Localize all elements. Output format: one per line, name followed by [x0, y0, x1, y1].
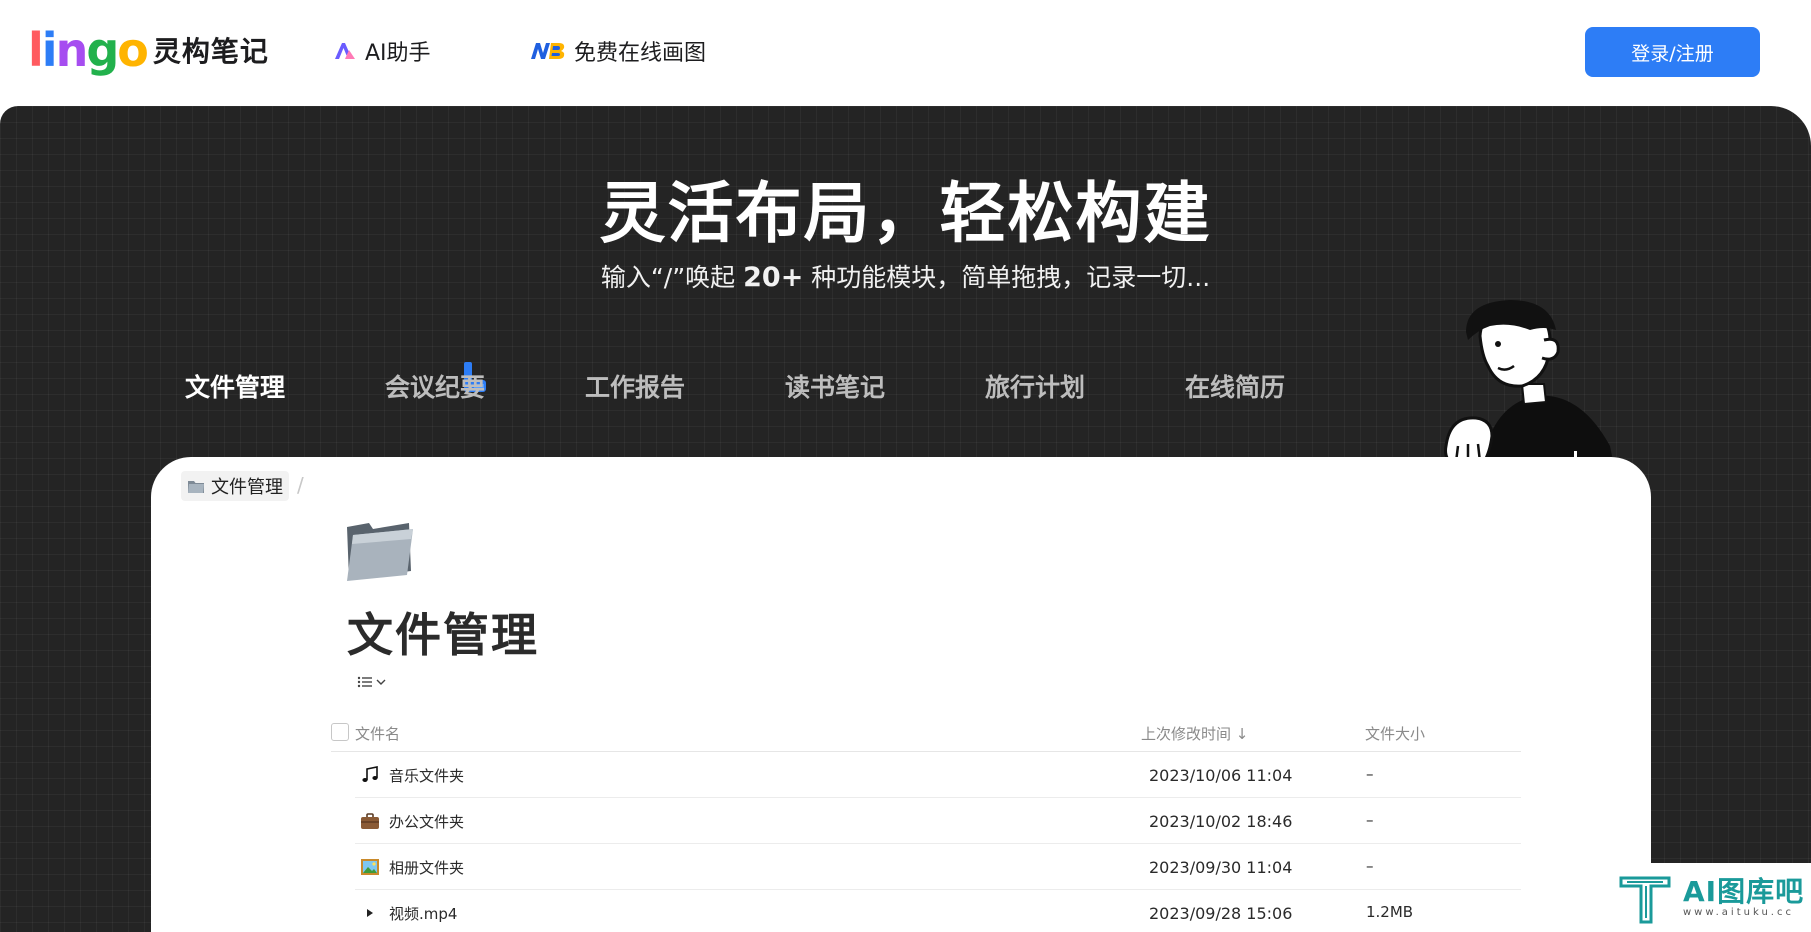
picture-icon [359, 856, 381, 878]
login-register-button[interactable]: 登录/注册 [1585, 27, 1760, 77]
play-icon [359, 902, 381, 924]
file-modified-time: 2023/10/06 11:04 [1149, 766, 1293, 785]
logo-letter: o [117, 23, 149, 77]
watermark-main: AI图库吧 [1683, 875, 1805, 908]
hero-subtitle-pre: 输入“/”唤起 [600, 263, 736, 292]
logo-wordmark: l i n g o [28, 23, 149, 77]
page-folder-icon [347, 523, 413, 581]
tab-file-management[interactable]: 文件管理 [185, 368, 285, 404]
breadcrumb-separator: / [297, 473, 304, 497]
app-name: 灵构笔记 [152, 35, 269, 68]
file-name: 音乐文件夹 [389, 767, 465, 785]
logo-letter: g [86, 23, 119, 77]
hero-title: 灵活布局，轻松构建 [599, 175, 1212, 252]
file-modified-time: 2023/09/28 15:06 [1149, 904, 1293, 923]
folder-icon [187, 478, 205, 494]
tab-meeting-notes[interactable]: 会议纪要 [385, 368, 485, 404]
hero-subtitle: 输入“/”唤起 20+ 种功能模块，简单拖拽，记录一切... [0, 258, 1811, 294]
file-name: 视频.mp4 [389, 905, 458, 923]
file-size: – [1366, 765, 1374, 783]
file-size: 1.2MB [1366, 903, 1414, 921]
file-modified-time: 2023/09/30 11:04 [1149, 858, 1293, 877]
document-title: 文件管理 [347, 608, 539, 662]
list-view-icon [357, 676, 372, 688]
table-header: 文件名 上次修改时间 ↓ 文件大小 [331, 712, 1521, 752]
column-file-size[interactable]: 文件大小 [1365, 723, 1425, 744]
file-size: – [1366, 857, 1374, 875]
nav-free-drawing[interactable]: 免费在线画图 [530, 36, 706, 66]
file-modified-time: 2023/10/02 18:46 [1149, 812, 1293, 831]
file-name: 办公文件夹 [389, 813, 465, 831]
watermark-logo-icon [1619, 876, 1671, 923]
tab-work-report[interactable]: 工作报告 [585, 368, 685, 404]
logo[interactable]: l i n g o 灵构笔记 [28, 20, 269, 80]
logo-letter: i [41, 23, 58, 77]
document-preview-card: 文件管理 / 文件管理 文件名 上次修改时间 ↓ 文件大小 音乐文件夹 2023… [151, 457, 1651, 932]
table-row[interactable]: 办公文件夹 2023/10/02 18:46 – [355, 798, 1521, 844]
character-illustration [1444, 300, 1616, 476]
tab-online-resume[interactable]: 在线简历 [1185, 368, 1285, 404]
view-switcher[interactable] [357, 675, 386, 689]
sort-arrow-icon: ↓ [1235, 725, 1249, 743]
watermark: AI图库吧 www.aituku.cc [1597, 863, 1811, 932]
logo-letter: l [28, 23, 44, 77]
column-modified-time-label: 上次修改时间 [1141, 725, 1232, 743]
briefcase-icon [359, 810, 381, 832]
table-row[interactable]: 相册文件夹 2023/09/30 11:04 – [355, 844, 1521, 890]
nav-draw-label: 免费在线画图 [574, 41, 707, 66]
breadcrumb[interactable]: 文件管理 [181, 471, 289, 501]
music-icon [359, 764, 381, 786]
nav-ai-assistant[interactable]: AI助手 [333, 36, 431, 66]
file-size: – [1366, 811, 1374, 829]
watermark-text: AI图库吧 www.aituku.cc [1683, 875, 1805, 919]
tab-reading-notes[interactable]: 读书笔记 [785, 368, 885, 404]
hero-subtitle-count: 20+ [743, 262, 804, 293]
ai-assistant-icon [333, 41, 357, 61]
logo-letter: n [55, 23, 89, 77]
column-modified-time[interactable]: 上次修改时间 ↓ [1141, 723, 1248, 744]
table-row[interactable]: 音乐文件夹 2023/10/06 11:04 – [355, 752, 1521, 798]
hero-subtitle-post: 种功能模块，简单拖拽，记录一切... [811, 263, 1211, 292]
select-all-checkbox[interactable] [331, 723, 349, 741]
file-name: 相册文件夹 [389, 859, 465, 877]
draw-icon [530, 41, 566, 61]
tab-travel-plan[interactable]: 旅行计划 [985, 368, 1085, 404]
breadcrumb-label: 文件管理 [211, 477, 283, 498]
table-row[interactable]: 视频.mp4 2023/09/28 15:06 1.2MB [355, 890, 1521, 932]
nav-ai-label: AI助手 [365, 41, 431, 66]
file-table: 文件名 上次修改时间 ↓ 文件大小 音乐文件夹 2023/10/06 11:04… [331, 712, 1521, 932]
watermark-sub: www.aituku.cc [1683, 907, 1794, 918]
top-navbar: l i n g o 灵构笔记 AI助手 免费在线画图 登录/注册 [0, 0, 1811, 106]
column-file-name[interactable]: 文件名 [355, 723, 400, 744]
chevron-down-icon [376, 679, 386, 685]
